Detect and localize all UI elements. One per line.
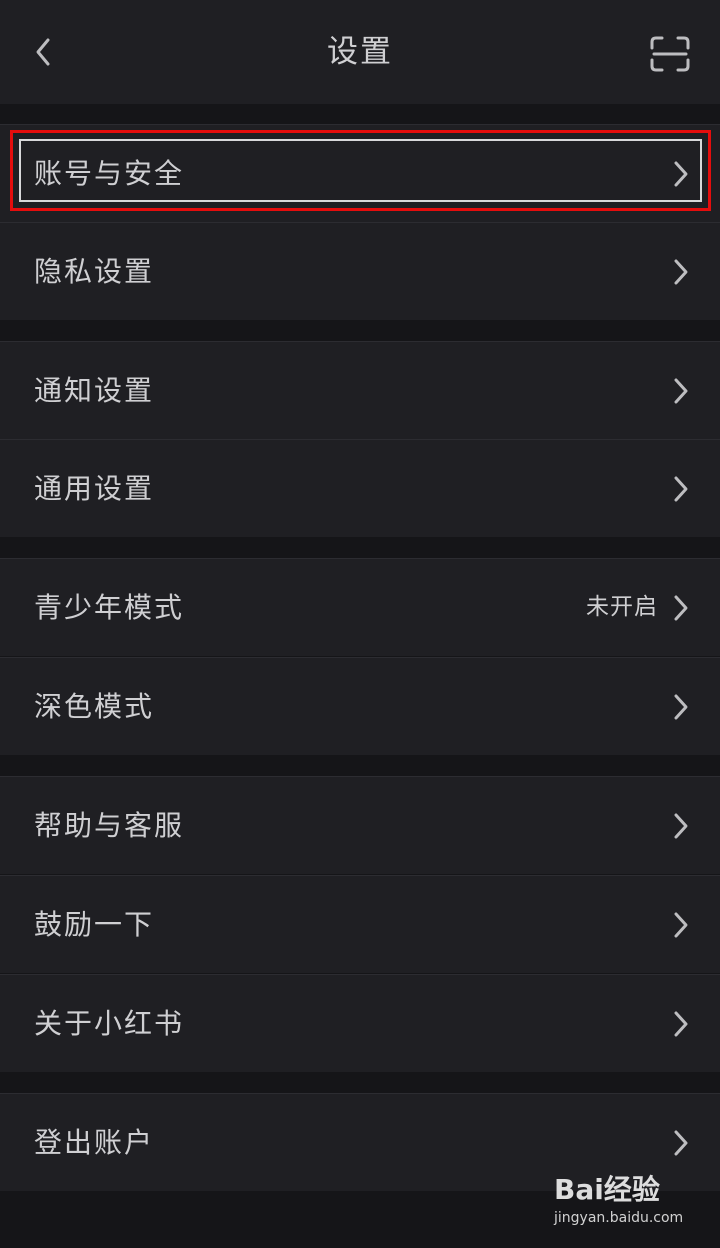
chevron-right-icon bbox=[674, 1011, 688, 1037]
settings-item-help-support[interactable]: 帮助与客服 bbox=[0, 776, 720, 874]
settings-item-label: 帮助与客服 bbox=[34, 809, 185, 842]
settings-item-label: 鼓励一下 bbox=[34, 908, 155, 941]
settings-item-label: 通用设置 bbox=[34, 472, 155, 505]
scan-icon[interactable] bbox=[648, 34, 692, 74]
settings-item-encourage[interactable]: 鼓励一下 bbox=[0, 875, 720, 973]
settings-item-general[interactable]: 通用设置 bbox=[0, 439, 720, 537]
chevron-right-icon bbox=[674, 595, 688, 621]
settings-item-privacy[interactable]: 隐私设置 bbox=[0, 222, 720, 320]
settings-item-label: 青少年模式 bbox=[34, 591, 185, 624]
settings-item-dark-mode[interactable]: 深色模式 bbox=[0, 657, 720, 755]
chevron-right-icon bbox=[674, 476, 688, 502]
page-title: 设置 bbox=[327, 34, 393, 70]
settings-item-label: 深色模式 bbox=[34, 690, 155, 723]
chevron-right-icon bbox=[674, 1130, 688, 1156]
settings-item-label: 关于小红书 bbox=[34, 1007, 185, 1040]
settings-item-notifications[interactable]: 通知设置 bbox=[0, 341, 720, 439]
highlight-box bbox=[10, 130, 711, 211]
settings-item-teen-mode[interactable]: 青少年模式 未开启 bbox=[0, 558, 720, 656]
watermark-url: jingyan.baidu.com bbox=[554, 1210, 684, 1226]
settings-screen: 设置 账号与安全 隐私设置 通知设置 通用设置 青少年模式 未开启 深色模式 帮… bbox=[0, 0, 720, 1248]
chevron-right-icon bbox=[674, 912, 688, 938]
chevron-right-icon bbox=[674, 694, 688, 720]
chevron-right-icon bbox=[674, 813, 688, 839]
settings-item-about[interactable]: 关于小红书 bbox=[0, 974, 720, 1072]
chevron-right-icon bbox=[674, 259, 688, 285]
settings-item-label: 通知设置 bbox=[34, 374, 155, 407]
baidu-jingyan-watermark: Bai经验 jingyan.baidu.com bbox=[548, 1166, 698, 1236]
settings-item-label: 隐私设置 bbox=[34, 255, 155, 288]
watermark-brand: Bai经验 bbox=[554, 1173, 660, 1206]
settings-item-label: 登出账户 bbox=[34, 1126, 155, 1159]
nav-bar: 设置 bbox=[0, 0, 720, 104]
settings-item-status: 未开启 bbox=[586, 594, 658, 620]
chevron-right-icon bbox=[674, 378, 688, 404]
